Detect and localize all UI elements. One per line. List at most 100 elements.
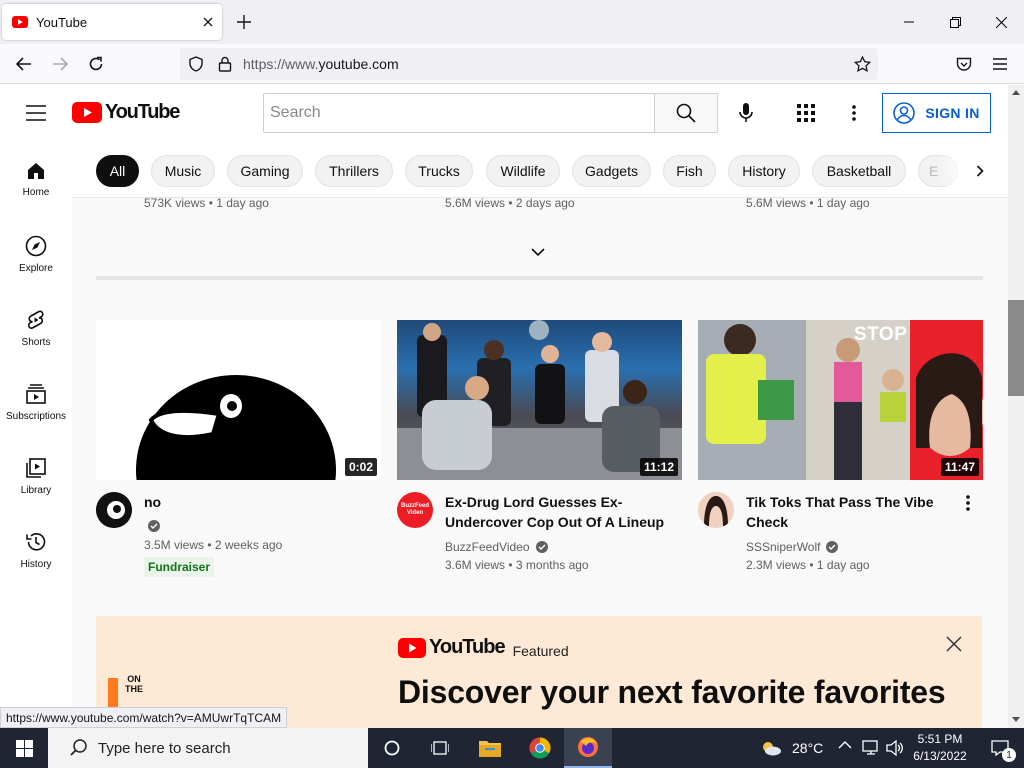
thumbnail-stop-text: STOP: [854, 324, 908, 345]
back-button[interactable]: [10, 50, 38, 78]
banner-close-icon[interactable]: [946, 636, 962, 652]
chip-gadgets[interactable]: Gadgets: [572, 155, 651, 187]
chips-next-chevron-icon[interactable]: [964, 155, 996, 187]
guide-item-explore[interactable]: Explore: [0, 223, 72, 297]
close-window-button[interactable]: [978, 6, 1024, 38]
windows-logo-icon: [15, 739, 33, 757]
chip-fish[interactable]: Fish: [663, 155, 716, 187]
link-status-url: https://www.youtube.com/watch?v=AMUwrTqT…: [0, 707, 288, 728]
file-explorer-icon[interactable]: [466, 728, 514, 768]
section-divider: [96, 276, 983, 280]
youtube-logo-icon: [398, 637, 426, 658]
app-menu-icon[interactable]: [986, 50, 1014, 78]
voice-search-icon[interactable]: [734, 101, 758, 125]
forward-button[interactable]: [46, 50, 74, 78]
volume-icon[interactable]: [886, 740, 904, 756]
chip-history[interactable]: History: [728, 155, 800, 187]
youtube-logo[interactable]: YouTube: [72, 101, 180, 124]
browser-tab-strip: YouTube: [0, 0, 1024, 44]
banner-featured-label: Featured: [512, 642, 569, 659]
partly-cloudy-icon: [760, 740, 782, 756]
restore-button[interactable]: [932, 6, 978, 38]
video-thumbnail-2[interactable]: 11:12: [397, 320, 682, 480]
guide-item-history[interactable]: History: [0, 519, 72, 593]
settings-more-icon[interactable]: [842, 101, 866, 125]
tab-title: YouTube: [36, 14, 88, 30]
taskbar-clock[interactable]: 5:51 PM 6/13/2022: [912, 731, 968, 765]
firefox-icon: [578, 737, 598, 757]
new-tab-button[interactable]: [234, 12, 254, 32]
banner-logo: YouTube Featured: [398, 636, 569, 659]
compass-icon: [25, 235, 47, 257]
network-icon[interactable]: [862, 740, 880, 756]
scroll-up-icon[interactable]: [1012, 89, 1020, 95]
browser-tab[interactable]: YouTube: [2, 4, 222, 40]
chip-all[interactable]: All: [96, 155, 139, 187]
page-scrollbar[interactable]: [1008, 85, 1024, 728]
guide-item-subscriptions[interactable]: Subscriptions: [0, 371, 72, 445]
filter-chip-bar: All Music Gaming Thrillers Trucks Wildli…: [72, 141, 1008, 198]
bookmark-star-icon[interactable]: [854, 56, 871, 72]
prev-row-meta-3: 5.6M views • 1 day ago: [746, 196, 870, 210]
notification-center-icon[interactable]: 1: [976, 728, 1024, 768]
video-title-2[interactable]: Ex-Drug Lord Guesses Ex-Undercover Cop O…: [445, 492, 665, 532]
video-meta-3: 2.3M views • 1 day ago: [746, 558, 870, 572]
video-thumbnail-3[interactable]: STOP 11:47: [698, 320, 983, 480]
guide-item-home[interactable]: Home: [0, 149, 72, 223]
start-button[interactable]: [0, 728, 48, 768]
scroll-down-icon[interactable]: [1012, 717, 1020, 723]
clock-time: 5:51 PM: [917, 732, 963, 746]
sign-in-button[interactable]: SIGN IN: [882, 93, 991, 133]
cortana-icon[interactable]: [368, 728, 416, 768]
channel-name-3[interactable]: SSSniperWolf: [746, 540, 820, 554]
search-button[interactable]: [654, 93, 718, 133]
channel-avatar-1[interactable]: [96, 492, 132, 528]
video-title-1[interactable]: no: [144, 492, 364, 512]
youtube-favicon-icon: [12, 16, 28, 28]
channel-avatar-3[interactable]: [698, 492, 734, 528]
chrome-icon[interactable]: [516, 728, 564, 768]
account-icon: [893, 102, 916, 124]
show-hidden-icons-icon[interactable]: [838, 740, 852, 750]
close-tab-icon[interactable]: [194, 8, 222, 36]
library-icon: [25, 457, 47, 479]
search-icon: [676, 103, 696, 123]
chip-trucks[interactable]: Trucks: [405, 155, 473, 187]
channel-name-row-2: BuzzFeedVideo: [445, 540, 548, 554]
taskbar-search-box[interactable]: Type here to search: [48, 728, 368, 768]
guide-label-library: Library: [20, 485, 52, 496]
video-thumbnail-1[interactable]: 0:02: [96, 320, 381, 480]
task-view-icon[interactable]: [416, 728, 464, 768]
video-title-3[interactable]: Tik Toks That Pass The Vibe Check: [746, 492, 956, 532]
address-bar[interactable]: https://www.youtube.com: [180, 48, 878, 80]
expand-chevron-icon[interactable]: [530, 247, 546, 257]
guide-label-explore: Explore: [19, 263, 53, 274]
guide-item-library[interactable]: Library: [0, 445, 72, 519]
chip-gaming[interactable]: Gaming: [227, 155, 303, 187]
tracking-protection-icon[interactable]: [188, 56, 204, 72]
verified-icon: [826, 541, 839, 553]
channel-avatar-2[interactable]: BuzzFeed Video: [397, 492, 433, 528]
minimize-button[interactable]: [886, 6, 932, 38]
notification-count-badge: 1: [1002, 748, 1016, 762]
chip-thrillers[interactable]: Thrillers: [315, 155, 393, 187]
weather-widget[interactable]: 28°C: [760, 728, 823, 768]
youtube-logo-text: YouTube: [105, 101, 180, 123]
chip-wildlife[interactable]: Wildlife: [486, 155, 560, 187]
chip-basketball[interactable]: Basketball: [812, 155, 906, 187]
lock-icon[interactable]: [218, 56, 232, 72]
pocket-icon[interactable]: [950, 50, 978, 78]
more-actions-icon[interactable]: [966, 495, 970, 511]
reload-button[interactable]: [82, 50, 110, 78]
scrollbar-thumb[interactable]: [1008, 300, 1024, 396]
chip-music[interactable]: Music: [151, 155, 215, 187]
guide-label-history: History: [20, 559, 52, 570]
search-input[interactable]: Search: [263, 93, 655, 133]
guide-menu-icon[interactable]: [24, 101, 48, 125]
channel-name-2[interactable]: BuzzFeedVideo: [445, 540, 530, 554]
prev-row-meta-1: 573K views • 1 day ago: [144, 196, 269, 210]
weather-temperature: 28°C: [792, 740, 824, 756]
firefox-taskbar-button[interactable]: [564, 728, 612, 768]
guide-item-shorts[interactable]: Shorts: [0, 297, 72, 371]
apps-grid-icon[interactable]: [794, 101, 818, 125]
